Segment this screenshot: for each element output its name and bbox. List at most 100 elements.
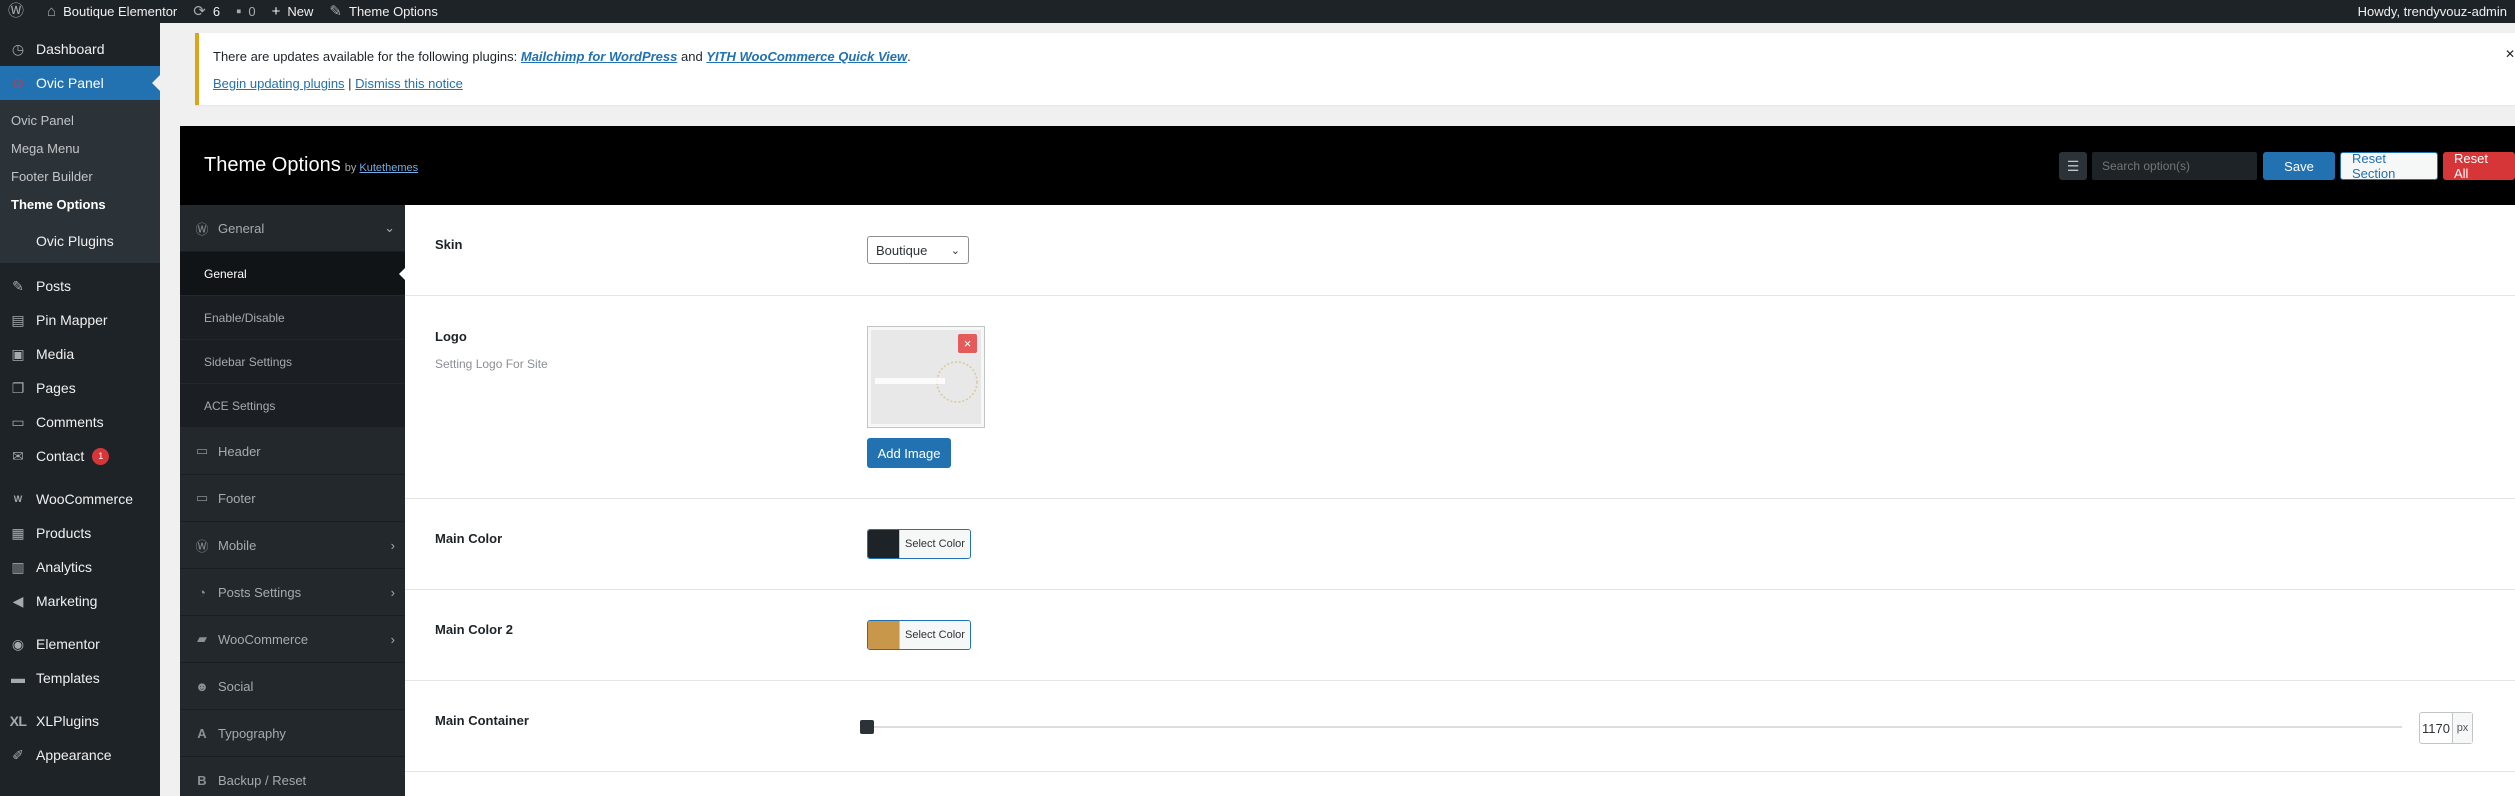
begin-updating-link[interactable]: Begin updating plugins — [213, 76, 345, 91]
container-width-value: 1170 — [2422, 720, 2450, 736]
nav-label: Posts Settings — [218, 584, 302, 600]
submenu-footer-builder[interactable]: Footer Builder — [0, 163, 160, 191]
admin-sidebar: ◷ Dashboard ⊙ Ovic Panel Ovic Panel Mega M… — [0, 23, 160, 796]
theme-options-menu[interactable]: ✎ Theme Options — [321, 0, 445, 23]
sidebar-item-appearance[interactable]: ✐ Appearance — [0, 738, 160, 772]
sidebar-item-pages[interactable]: ❐ Pages — [0, 371, 160, 405]
field-label: Main Container — [435, 713, 529, 728]
slider-handle[interactable] — [860, 720, 874, 734]
sidebar-item-ovic-plugins[interactable]: Ovic Plugins — [0, 227, 160, 255]
submenu-theme-options[interactable]: Theme Options — [0, 191, 160, 219]
save-button[interactable]: Save — [2263, 152, 2335, 180]
dismiss-notice-link[interactable]: Dismiss this notice — [355, 76, 463, 91]
nav-footer[interactable]: ▭ Footer — [180, 475, 405, 522]
submenu-mega-menu[interactable]: Mega Menu — [0, 135, 160, 163]
submenu-ovic-panel[interactable]: Ovic Panel — [0, 107, 160, 135]
comment-icon: ▪ — [236, 3, 242, 20]
sidebar-item-xlplugins[interactable]: XL XLPlugins — [0, 704, 160, 738]
color-swatch — [868, 530, 899, 558]
sidebar-item-templates[interactable]: ▬ Templates — [0, 661, 160, 695]
account-menu[interactable]: Howdy, trendyvouz-admin — [2350, 0, 2515, 23]
nav-header[interactable]: ▭ Header — [180, 428, 405, 475]
close-icon[interactable]: ✕ — [2505, 47, 2515, 61]
site-name: Boutique Elementor — [63, 4, 178, 19]
nav-sub-sidebar-settings[interactable]: Sidebar Settings — [180, 340, 405, 384]
nav-typography[interactable]: A Typography — [180, 710, 405, 757]
by-text: by — [344, 162, 357, 174]
nav-social[interactable]: ☻ Social — [180, 663, 405, 710]
folder-icon: ▭ — [195, 443, 209, 458]
new-content-menu[interactable]: + New — [264, 0, 322, 23]
nav-mobile[interactable]: Ⓦ Mobile › — [180, 522, 405, 569]
search-options-input[interactable] — [2092, 152, 2257, 180]
chevron-down-icon: ⌄ — [950, 244, 960, 257]
contact-count-badge: 1 — [92, 447, 110, 465]
expand-all-icon[interactable]: ☰ — [2059, 152, 2087, 180]
nav-label: Header — [218, 443, 261, 459]
field-label: Main Color 2 — [435, 622, 514, 637]
sidebar-item-comments[interactable]: ▭ Comments — [0, 405, 160, 439]
slider-track[interactable] — [860, 726, 2402, 728]
color-picker-button[interactable]: Select Color — [867, 620, 971, 650]
skin-select-wrap: Boutique ⌄ — [867, 236, 969, 264]
chevron-right-icon: › — [390, 584, 395, 600]
new-label: New — [287, 4, 314, 19]
author-link[interactable]: Kutethemes — [359, 162, 418, 174]
select-color-label: Select Color — [899, 530, 970, 558]
pin-icon: ✎ — [12, 277, 24, 294]
plugin-link-mailchimp[interactable]: Mailchimp for WordPress — [521, 49, 678, 64]
wordpress-icon: Ⓦ — [195, 538, 209, 554]
sidebar-item-elementor[interactable]: ◉ Elementor — [0, 627, 160, 661]
options-nav: Ⓦ General ⌄ General Enable/Disable Sidebar… — [180, 205, 405, 796]
reset-all-button[interactable]: Reset All — [2443, 151, 2515, 181]
nav-sub-ace-settings[interactable]: ACE Settings — [180, 384, 405, 428]
bar-chart-icon: ▥ — [11, 558, 25, 575]
sidebar-item-contact[interactable]: ✉ Contact 1 — [0, 439, 160, 473]
nav-posts-settings[interactable]: ◔ Posts Settings › — [180, 569, 405, 616]
sidebar-item-label: Posts — [36, 278, 72, 294]
chevron-right-icon: › — [390, 537, 395, 553]
ovic-icon: ⊙ — [12, 74, 24, 91]
nav-woocommerce[interactable]: ▰ WooCommerce › — [180, 616, 405, 663]
sidebar-item-label: XLPlugins — [36, 713, 100, 729]
nav-general[interactable]: Ⓦ General ⌄ — [180, 205, 405, 252]
chevron-down-icon: ⌄ — [384, 220, 395, 235]
nav-sub-enable-disable[interactable]: Enable/Disable — [180, 296, 405, 340]
theme-options-header: Theme Optionsby Kutethemes ☰ Save Reset … — [180, 126, 2515, 205]
sidebar-item-pin-mapper[interactable]: ▤ Pin Mapper — [0, 303, 160, 337]
sidebar-item-label: Ovic Panel — [36, 75, 104, 91]
plus-icon: + — [271, 3, 281, 20]
updates-icon: ⟳ — [193, 3, 206, 20]
add-image-button[interactable]: Add Image — [867, 438, 951, 468]
sidebar-item-label: Products — [36, 525, 92, 541]
reset-section-button[interactable]: Reset Section — [2340, 151, 2438, 181]
page-title: Theme Options by Kutethemes — [204, 154, 418, 177]
sidebar-item-posts[interactable]: ✎ Posts — [0, 269, 160, 303]
nav-sub-general[interactable]: General — [180, 252, 405, 296]
nav-backup-reset[interactable]: B Backup / Reset — [180, 757, 405, 796]
sidebar-item-analytics[interactable]: ▥ Analytics — [0, 550, 160, 584]
remove-logo-icon[interactable]: × — [958, 334, 977, 353]
updates-menu[interactable]: ⟳ 6 — [185, 0, 228, 23]
color-picker-button[interactable]: Select Color — [867, 529, 971, 559]
nav-label: WooCommerce — [218, 631, 309, 647]
plugin-link-yith[interactable]: YITH WooCommerce Quick View — [706, 49, 907, 64]
elementor-icon: ◉ — [11, 635, 25, 652]
field-label: Main Color — [435, 531, 503, 546]
sidebar-item-label: Media — [36, 346, 75, 362]
sidebar-item-products[interactable]: ▦ Products — [0, 516, 160, 550]
site-name-menu[interactable]: ⌂ Boutique Elementor — [39, 0, 185, 23]
sidebar-item-woocommerce[interactable]: W WooCommerce — [0, 482, 160, 516]
xlplugins-icon: XL — [9, 713, 27, 729]
sidebar-item-marketing[interactable]: ◀ Marketing — [0, 584, 160, 618]
sidebar-item-media[interactable]: ▣ Media — [0, 337, 160, 371]
container-width-input[interactable]: 1170 px — [2419, 712, 2473, 744]
wp-logo-menu[interactable]: Ⓦ — [0, 0, 39, 23]
comments-menu[interactable]: ▪ 0 — [228, 0, 264, 23]
skin-select-value: Boutique — [876, 242, 928, 258]
notice-separator: | — [344, 76, 356, 91]
sidebar-item-dashboard[interactable]: ◷ Dashboard — [0, 32, 160, 66]
skin-select[interactable]: Boutique ⌄ — [867, 236, 969, 264]
sidebar-item-ovic-panel[interactable]: ⊙ Ovic Panel — [0, 66, 160, 100]
sidebar-item-label: Pin Mapper — [36, 312, 108, 328]
